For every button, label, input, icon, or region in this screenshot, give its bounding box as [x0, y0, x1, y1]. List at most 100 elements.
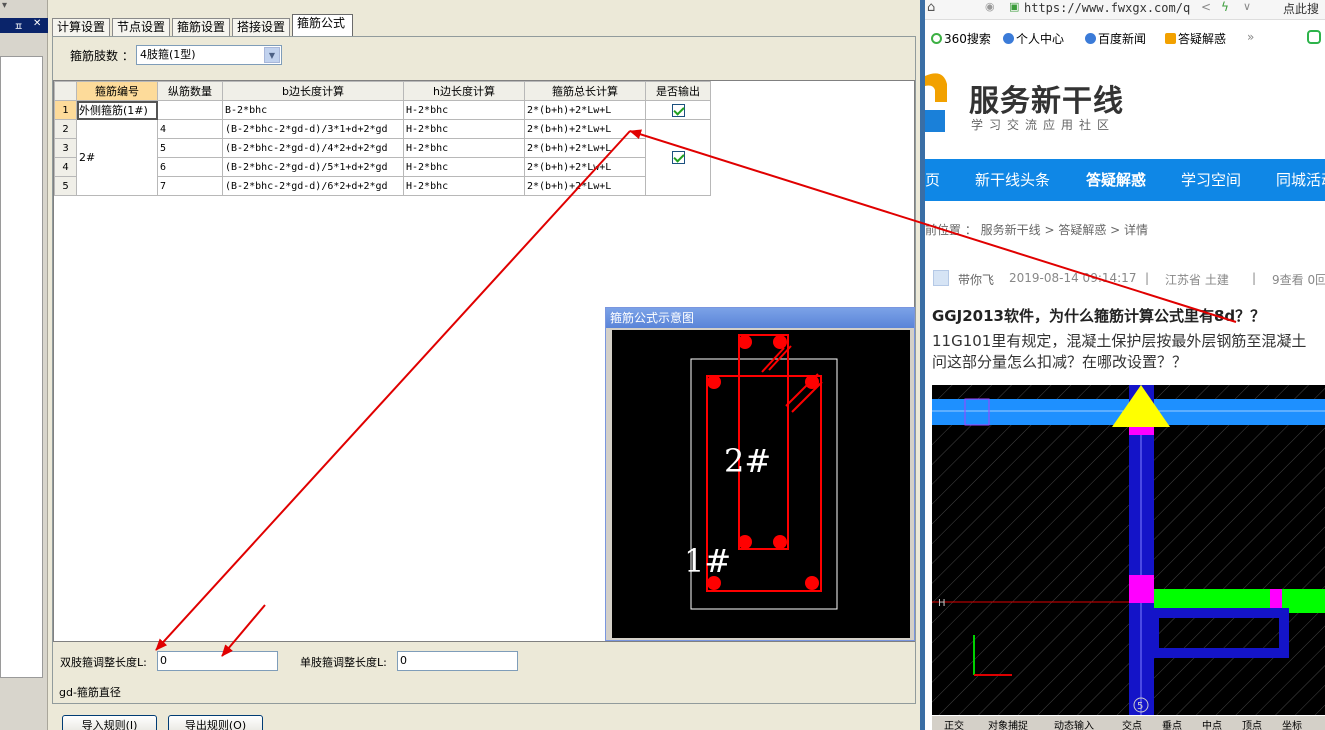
ortho-toggle[interactable]: 正交	[944, 717, 964, 730]
cell-b[interactable]: B-2*bhc	[222, 100, 404, 120]
cell-total[interactable]: 2*(b+h)+2*Lw+L	[524, 138, 646, 158]
cell-b[interactable]: (B-2*bhc-2*gd-d)/6*2+d+2*gd	[222, 176, 404, 196]
rebar-settings-window: 计算设置 节点设置 箍筋设置 搭接设置 箍筋公式 箍筋肢数 ： 4肢箍(1型) …	[48, 0, 920, 730]
cell-count[interactable]: 5	[157, 138, 223, 158]
cell-b[interactable]: (B-2*bhc-2*gd-d)/3*1+d+2*gd	[222, 119, 404, 139]
row-number[interactable]: 3	[54, 138, 77, 158]
bookmark-qa[interactable]: 答疑解惑	[1165, 30, 1226, 47]
cell-id[interactable]: 2#	[76, 119, 158, 196]
cell-h[interactable]: H-2*bhc	[403, 100, 525, 120]
cell-count[interactable]: 4	[157, 119, 223, 139]
dyn-input-toggle[interactable]: 动态输入	[1054, 717, 1094, 730]
cell-total[interactable]: 2*(b+h)+2*Lw+L	[524, 100, 646, 120]
single-limb-input[interactable]: 0	[397, 651, 518, 671]
tab-stirrup-settings[interactable]: 箍筋设置	[172, 18, 230, 36]
site-logo-icon	[925, 73, 947, 132]
row-number[interactable]: 1	[54, 100, 77, 120]
midpoint-toggle[interactable]: 中点	[1202, 717, 1222, 730]
cad-grid-label: H	[938, 598, 946, 609]
nav-city-events[interactable]: 同城活动	[1276, 159, 1325, 201]
table-row: 2 2# 4 (B-2*bhc-2*gd-d)/3*1+d+2*gd H-2*b…	[54, 119, 711, 196]
nav-headlines[interactable]: 新干线头条	[975, 159, 1050, 201]
col-header-count[interactable]: 纵筋数量	[157, 81, 223, 101]
address-bar[interactable]: ⌂ ◉ ▣ https://www.fwxgx.com/q < ϟ ∨ 点此搜	[925, 0, 1325, 20]
cad-grid-label: 5	[1137, 701, 1143, 712]
tab-calc-settings[interactable]: 计算设置	[52, 18, 110, 36]
nav-study[interactable]: 学习空间	[1181, 159, 1241, 201]
bookmark-baidu-news[interactable]: 百度新闻	[1085, 30, 1146, 47]
site-logo-text[interactable]: 服务新干线	[969, 76, 1124, 120]
cell-count[interactable]: 6	[157, 157, 223, 177]
osnap-toggle[interactable]: 对象捕捉	[988, 717, 1028, 730]
meta-separator: |	[1252, 271, 1257, 285]
bookmark-profile[interactable]: 个人中心	[1003, 30, 1064, 47]
limbs-select[interactable]: 4肢箍(1型) ▼	[136, 45, 282, 65]
search-hint[interactable]: 点此搜	[1283, 0, 1319, 17]
view-count: 9查看 0回	[1272, 273, 1325, 287]
close-icon[interactable]: ✕	[33, 18, 41, 29]
output-checkbox[interactable]	[671, 151, 685, 164]
author-name[interactable]: 带你飞	[958, 271, 994, 288]
cell-total[interactable]: 2*(b+h)+2*Lw+L	[524, 119, 646, 139]
export-rules-button[interactable]: 导出规则(O)	[168, 715, 263, 730]
rebar-dot	[773, 335, 787, 349]
tab-node-settings[interactable]: 节点设置	[112, 18, 170, 36]
vertex-toggle[interactable]: 顶点	[1242, 717, 1262, 730]
cell-count[interactable]	[157, 100, 223, 120]
cell-b[interactable]: (B-2*bhc-2*gd-d)/4*2+d+2*gd	[222, 138, 404, 158]
chevron-down-icon[interactable]: ▼	[264, 47, 280, 63]
double-limb-label: 双肢箍调整长度L:	[60, 656, 147, 669]
qa-icon	[1165, 33, 1176, 44]
share-icon[interactable]: <	[1201, 0, 1211, 14]
row-number[interactable]: 5	[54, 176, 77, 196]
cell-count[interactable]: 7	[157, 176, 223, 196]
tab-stirrup-formula[interactable]: 箍筋公式	[292, 14, 353, 36]
avatar[interactable]	[933, 270, 949, 286]
coordinate-toggle[interactable]: 坐标	[1282, 717, 1302, 730]
rebar-dot	[738, 335, 752, 349]
nav-home[interactable]: 页	[925, 159, 940, 201]
double-limb-input[interactable]: 0	[157, 651, 278, 671]
cell-total[interactable]: 2*(b+h)+2*Lw+L	[524, 157, 646, 177]
cell-output[interactable]	[645, 119, 711, 196]
chevron-down-icon[interactable]: ∨	[1243, 0, 1251, 13]
cell-total[interactable]: 2*(b+h)+2*Lw+L	[524, 176, 646, 196]
home-icon[interactable]: ⌂	[927, 0, 935, 15]
cell-id[interactable]: 外侧箍筋(1#)	[76, 100, 158, 120]
bookmark-360[interactable]: 360搜索	[931, 30, 991, 47]
cell-h[interactable]: H-2*bhc	[403, 138, 525, 158]
side-panel-strip: ▾ ㅍ ✕	[0, 0, 48, 730]
perpendicular-toggle[interactable]: 垂点	[1162, 717, 1182, 730]
col-header-b[interactable]: b边长度计算	[222, 81, 404, 101]
360-icon	[931, 33, 942, 44]
nav-qa[interactable]: 答疑解惑	[1086, 159, 1146, 201]
row-number[interactable]: 4	[54, 157, 77, 177]
import-rules-button[interactable]: 导入规则(I)	[62, 715, 157, 730]
extension-icon[interactable]	[1307, 30, 1323, 46]
stirrup-diagram-window: 箍筋公式示意图 2# 1#	[605, 307, 915, 641]
col-header-id[interactable]: 箍筋编号	[76, 81, 158, 101]
intersection-toggle[interactable]: 交点	[1122, 717, 1142, 730]
col-header-output[interactable]: 是否输出	[645, 81, 711, 101]
more-bookmarks[interactable]: »	[1247, 30, 1254, 44]
panel-titlebar: ㅍ ✕	[0, 18, 48, 33]
col-header-h[interactable]: h边长度计算	[403, 81, 525, 101]
row-number[interactable]: 2	[54, 119, 77, 139]
cell-b[interactable]: (B-2*bhc-2*gd-d)/5*1+d+2*gd	[222, 157, 404, 177]
tab-lap-settings[interactable]: 搭接设置	[232, 18, 290, 36]
shield-icon: ◉	[985, 0, 995, 13]
post-date: 2019-08-14 09:14:17	[1009, 271, 1137, 285]
output-checkbox[interactable]	[671, 103, 685, 117]
bolt-icon[interactable]: ϟ	[1221, 0, 1229, 14]
question-title: GGJ2013软件，为什么箍筋计算公式里有8d？？	[932, 307, 1266, 325]
url-text[interactable]: https://www.fwxgx.com/q	[1024, 1, 1190, 15]
cell-output[interactable]	[645, 100, 711, 120]
rebar-dot	[805, 576, 819, 590]
cell-h[interactable]: H-2*bhc	[403, 119, 525, 139]
pin-icon[interactable]: ㅍ	[14, 18, 23, 33]
cell-h[interactable]: H-2*bhc	[403, 157, 525, 177]
col-header-total[interactable]: 箍筋总长计算	[524, 81, 646, 101]
paw-icon	[1085, 33, 1096, 44]
cell-h[interactable]: H-2*bhc	[403, 176, 525, 196]
cad-drawing: H 5	[932, 385, 1325, 715]
